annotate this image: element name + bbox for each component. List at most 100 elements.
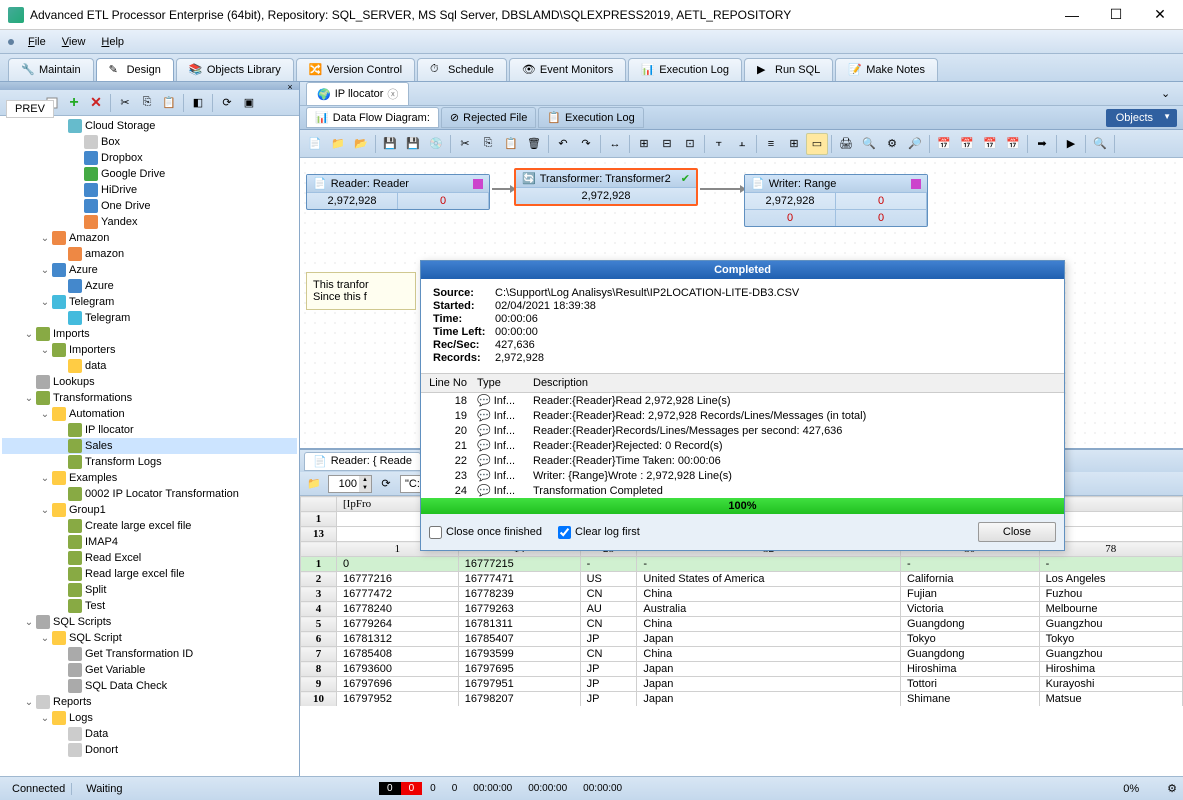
tree-item[interactable]: Google Drive [2,166,297,182]
toolbar-button[interactable]: ✂ [454,133,476,155]
tree-item[interactable]: Yandex [2,214,297,230]
tree-item[interactable]: ⌄Azure [2,262,297,278]
log-row[interactable]: 23💬 Inf...Writer: {Range}Wrote : 2,972,9… [421,468,1064,483]
prev-button[interactable]: PREV [6,100,54,118]
toolbar-button[interactable]: ≡ [760,133,782,155]
toolbar-button[interactable]: ⊞ [783,133,805,155]
toolbar-button[interactable]: 📄 [304,133,326,155]
log-table[interactable]: Line No Type Description 18💬 Inf...Reade… [421,373,1064,498]
log-row[interactable]: 19💬 Inf...Reader:{Reader}Read: 2,972,928… [421,408,1064,423]
table-row[interactable]: 21677721616777471USUnited States of Amer… [301,572,1183,587]
table-row[interactable]: 31677747216778239CNChinaFujianFuzhou [301,587,1183,602]
toolbar-button[interactable]: ⊞ [633,133,655,155]
expand-icon[interactable]: ⌄ [22,617,36,628]
toolbar-button[interactable]: 📅 [1002,133,1024,155]
toolbar-button[interactable]: 📁 [327,133,349,155]
tb-refresh-icon[interactable]: ⟳ [376,474,396,494]
tree-item[interactable]: HiDrive [2,182,297,198]
nav-tree[interactable]: Cloud StorageBoxDropboxGoogle DriveHiDri… [0,116,299,776]
expand-icon[interactable]: ⌄ [22,329,36,340]
expand-icon[interactable]: ⌄ [38,409,52,420]
toolbar-button[interactable]: 📅 [933,133,955,155]
tree-item[interactable]: ⌄SQL Script [2,630,297,646]
subtab-execution-log[interactable]: 📋Execution Log [538,107,643,128]
expand-icon[interactable]: ⌄ [38,233,52,244]
tree-item[interactable]: ⌄Telegram [2,294,297,310]
tree-item[interactable]: ⌄Examples [2,470,297,486]
toolbar-button[interactable]: ⊡ [679,133,701,155]
tb-copy-icon[interactable]: ⎘ [137,93,157,113]
expand-icon[interactable]: ⌄ [38,473,52,484]
tree-item[interactable]: ⌄Automation [2,406,297,422]
close-once-checkbox[interactable]: Close once finished [429,526,542,539]
tree-item[interactable]: ⌄SQL Scripts [2,614,297,630]
expand-icon[interactable]: ⌄ [38,297,52,308]
tree-item[interactable]: Azure [2,278,297,294]
table-row[interactable]: 91679769616797951JPJapanTottoriKurayoshi [301,677,1183,692]
tb-add-icon[interactable]: + [64,93,84,113]
tab-version-control[interactable]: 🔀Version Control [296,58,415,81]
tree-item[interactable]: ⌄Transformations [2,390,297,406]
toolbar-button[interactable]: 💿 [425,133,447,155]
close-button[interactable]: ✕ [1145,5,1175,25]
toolbar-button[interactable]: 📅 [979,133,1001,155]
subtab-rejected-file[interactable]: ⊘Rejected File [441,107,536,128]
tab-design[interactable]: ✎Design [96,58,174,81]
tree-item[interactable]: Donort [2,742,297,758]
close-button[interactable]: Close [978,522,1056,542]
tree-item[interactable]: SQL Data Check [2,678,297,694]
toolbar-button[interactable]: ⎘ [477,133,499,155]
tb-cut-icon[interactable]: ✂ [115,93,135,113]
log-row[interactable]: 18💬 Inf...Reader:{Reader}Read 2,972,928 … [421,393,1064,408]
toolbar-button[interactable]: ⚙ [881,133,903,155]
tab-maintain[interactable]: 🔧Maintain [8,58,94,81]
doc-tab-ip-locator[interactable]: 🌍 IP llocator ⓧ [306,82,409,105]
toolbar-button[interactable]: 📂 [350,133,372,155]
gear-icon[interactable]: ⚙ [1167,782,1177,795]
tb-paste-icon[interactable]: 📋 [159,93,179,113]
tree-item[interactable]: Read Excel [2,550,297,566]
tree-item[interactable]: Cloud Storage [2,118,297,134]
tree-item[interactable]: Get Transformation ID [2,646,297,662]
toolbar-button[interactable]: 🗑 [523,133,545,155]
tree-item[interactable]: One Drive [2,198,297,214]
tree-item[interactable]: Get Variable [2,662,297,678]
expand-icon[interactable]: ⌄ [38,505,52,516]
toolbar-button[interactable]: ▭ [806,133,828,155]
toolbar-button[interactable]: 🖨 [835,133,857,155]
tab-event-monitors[interactable]: 👁Event Monitors [509,58,626,81]
tree-item[interactable]: Dropbox [2,150,297,166]
node-reader[interactable]: 📄 Reader: Reader 2,972,928 0 [306,174,490,210]
minimize-button[interactable]: — [1057,5,1087,25]
toolbar-button[interactable]: 💾 [379,133,401,155]
tree-item[interactable]: Box [2,134,297,150]
maximize-button[interactable]: ☐ [1101,5,1131,25]
tb-open-icon[interactable]: 📁 [304,474,324,494]
toolbar-button[interactable]: 🔍 [858,133,880,155]
toolbar-button[interactable]: ↔ [604,133,626,155]
tab-schedule[interactable]: ⏱Schedule [417,58,507,81]
tab-run-sql[interactable]: ▶Run SQL [744,58,833,81]
toolbar-button[interactable]: ↷ [575,133,597,155]
menu-help[interactable]: Help [93,34,132,50]
clear-log-checkbox[interactable]: Clear log first [558,526,640,539]
table-row[interactable]: 81679360016797695JPJapanHiroshimaHiroshi… [301,662,1183,677]
tree-item[interactable]: ⌄Reports [2,694,297,710]
node-writer[interactable]: 📄 Writer: Range 2,972,928 0 0 0 [744,174,928,227]
lines-spinner[interactable]: 100 [328,475,372,493]
tree-item[interactable]: IP llocator [2,422,297,438]
tree-item[interactable]: Lookups [2,374,297,390]
tree-item[interactable]: amazon [2,246,297,262]
tree-item[interactable]: Test [2,598,297,614]
table-row[interactable]: 71678540816793599CNChinaGuangdongGuangzh… [301,647,1183,662]
expand-icon[interactable]: ⌄ [38,265,52,276]
tab-execution-log[interactable]: 📊Execution Log [628,58,742,81]
toolbar-button[interactable]: ▶ [1060,133,1082,155]
tab-make-notes[interactable]: 📝Make Notes [835,58,938,81]
toolbar-button[interactable]: ⊟ [656,133,678,155]
tb-refresh-icon[interactable]: ⟳ [217,93,237,113]
subtab-data-flow-diagram-[interactable]: 📊Data Flow Diagram: [306,107,439,128]
tree-item[interactable]: ⌄Amazon [2,230,297,246]
node-transformer[interactable]: 🔄 Transformer: Transformer2 ✔ 2,972,928 [514,168,698,206]
tree-item[interactable]: ⌄Importers [2,342,297,358]
